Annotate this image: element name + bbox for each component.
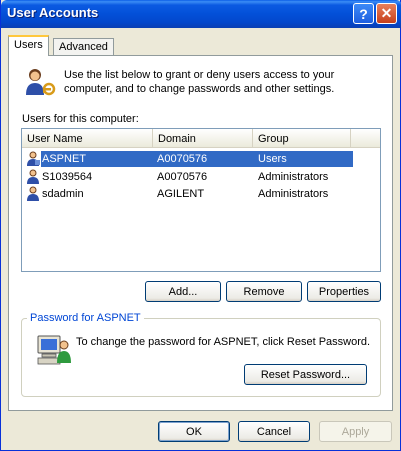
password-instructions: To change the password for ASPNET, click… bbox=[76, 336, 371, 348]
tab-users[interactable]: Users bbox=[8, 35, 49, 56]
user-accounts-window: User Accounts ? ✕ Users Advanced Use the… bbox=[0, 0, 401, 451]
reset-password-button[interactable]: Reset Password... bbox=[244, 364, 367, 385]
apply-button[interactable]: Apply bbox=[319, 421, 392, 442]
help-button[interactable]: ? bbox=[353, 3, 374, 24]
ok-button[interactable]: OK bbox=[158, 421, 230, 442]
column-domain[interactable]: Domain bbox=[153, 129, 253, 148]
row-domain: A0070576 bbox=[157, 153, 208, 165]
column-group[interactable]: Group bbox=[253, 129, 351, 148]
password-groupbox bbox=[21, 318, 381, 397]
add-user-button[interactable]: Add... bbox=[145, 281, 221, 302]
row-group: Administrators bbox=[258, 171, 329, 183]
table-row[interactable]: sdadmin AGILENT Administrators bbox=[24, 186, 378, 202]
row-domain: A0070576 bbox=[157, 171, 208, 183]
user-icon bbox=[27, 169, 39, 184]
table-row[interactable]: S1039564 A0070576 Administrators bbox=[24, 169, 378, 185]
users-tab-panel: Use the list below to grant or deny user… bbox=[8, 55, 393, 411]
cancel-button[interactable]: Cancel bbox=[238, 421, 310, 442]
row-user-name: ASPNET bbox=[42, 153, 87, 165]
remove-user-button[interactable]: Remove bbox=[226, 281, 302, 302]
user-icon bbox=[27, 186, 39, 201]
column-user-name[interactable]: User Name bbox=[22, 129, 153, 148]
users-listview[interactable]: User Name Domain Group ASPNET A0070576 U… bbox=[21, 128, 381, 272]
users-keys-icon bbox=[26, 69, 56, 96]
user-icon bbox=[27, 151, 40, 166]
properties-button[interactable]: Properties bbox=[307, 281, 381, 302]
computer-user-icon bbox=[37, 335, 71, 365]
tab-advanced[interactable]: Advanced bbox=[53, 38, 114, 56]
list-header: User Name Domain Group bbox=[22, 129, 380, 148]
users-list-label: Users for this computer: bbox=[22, 113, 139, 125]
row-group: Users bbox=[258, 153, 287, 165]
intro-text: Use the list below to grant or deny user… bbox=[64, 69, 335, 95]
window-title: User Accounts bbox=[7, 5, 99, 20]
row-group: Administrators bbox=[258, 188, 329, 200]
table-row[interactable]: ASPNET A0070576 Users bbox=[24, 151, 378, 167]
password-group-label: Password for ASPNET bbox=[27, 312, 144, 324]
close-button[interactable]: ✕ bbox=[376, 3, 397, 24]
row-user-name: sdadmin bbox=[42, 188, 84, 200]
row-user-name: S1039564 bbox=[42, 171, 93, 183]
title-bar[interactable]: User Accounts ? ✕ bbox=[1, 0, 401, 28]
row-domain: AGILENT bbox=[157, 188, 205, 200]
